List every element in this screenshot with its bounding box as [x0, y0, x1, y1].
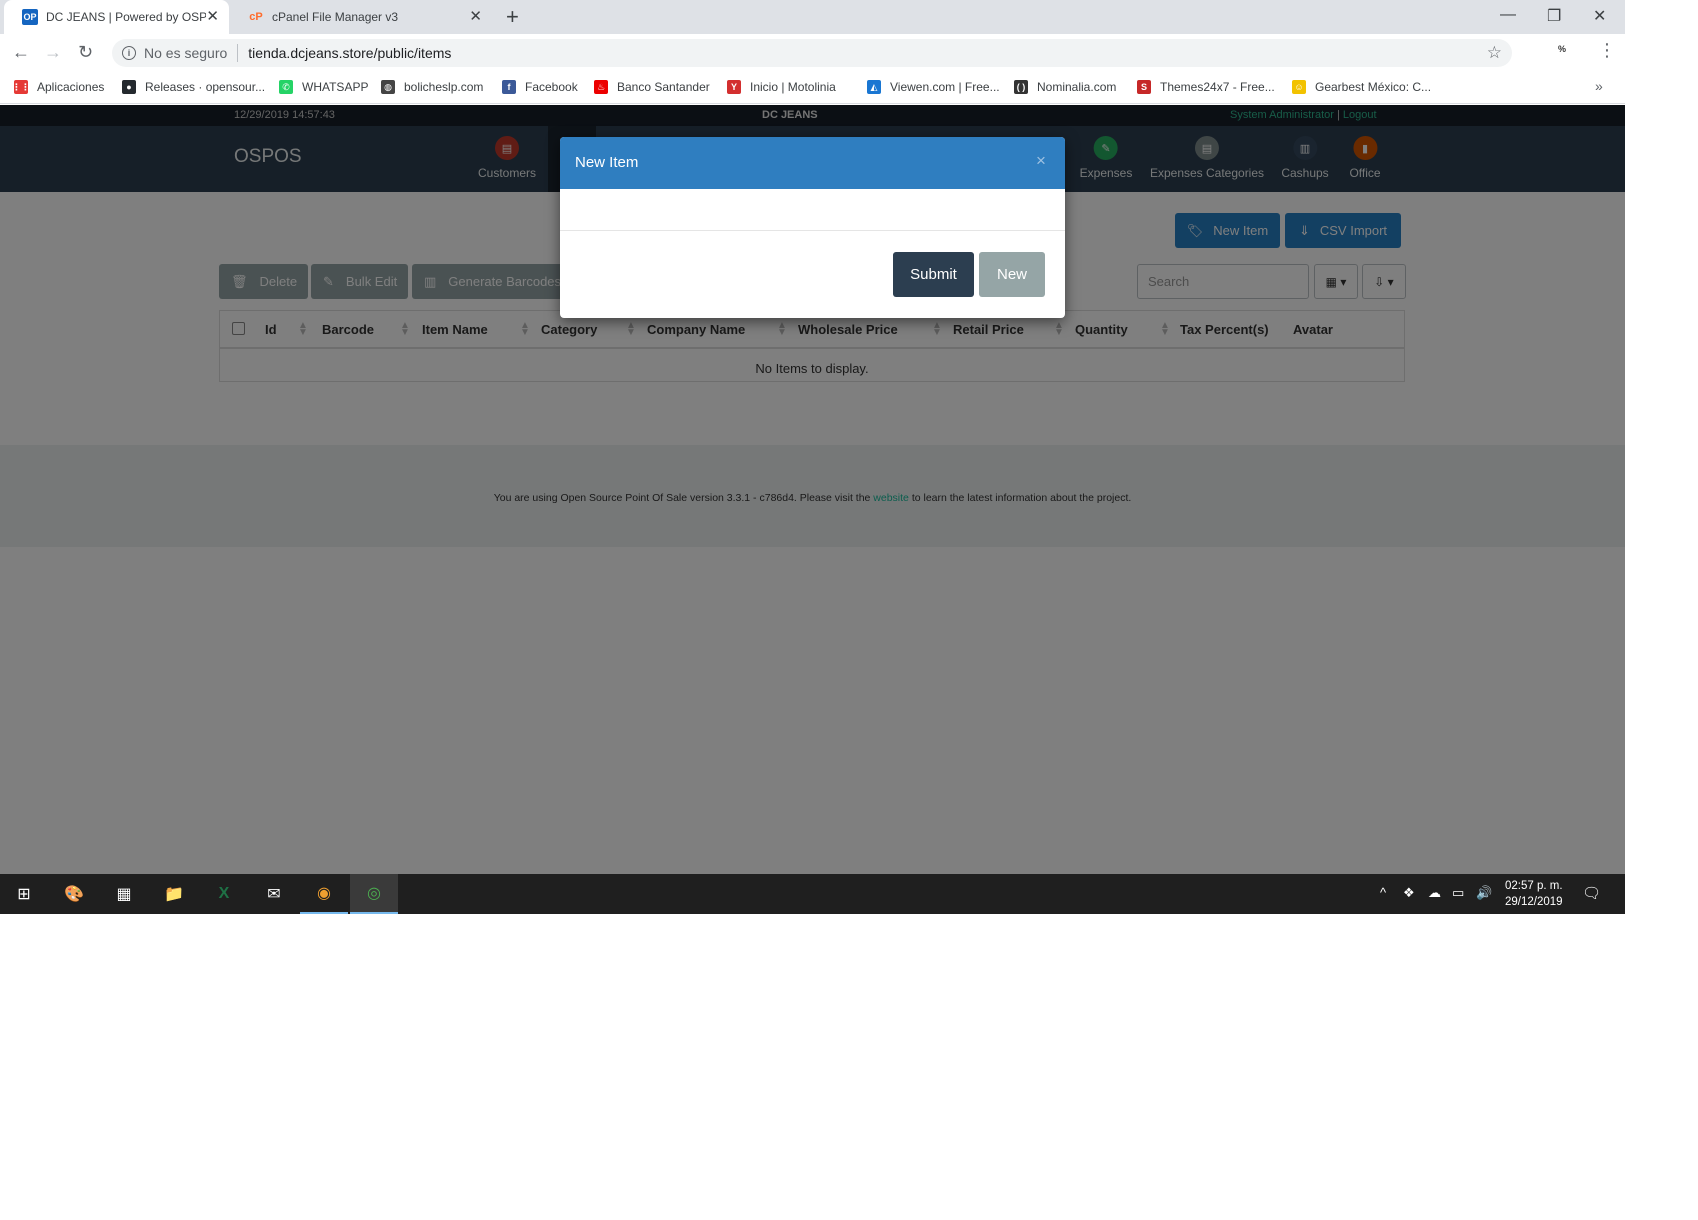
nominalia-icon: ( ) — [1014, 80, 1028, 94]
bookmark-label: Releases · opensour... — [145, 80, 266, 94]
modal-header: New Item × — [560, 137, 1065, 189]
close-icon[interactable]: × — [1036, 151, 1046, 171]
bookmark-label: WHATSAPP — [302, 80, 369, 94]
clock-date: 29/12/2019 — [1505, 896, 1563, 908]
close-tab-icon[interactable]: ✕ — [469, 9, 482, 25]
address-separator — [237, 44, 239, 62]
bookmark-nominalia[interactable]: ( ) Nominalia.com — [1014, 80, 1116, 94]
cpanel-favicon-icon: cP — [249, 11, 263, 23]
bookmark-star-icon[interactable]: ☆ — [1487, 43, 1502, 63]
chrome-browser-icon[interactable]: ◎ — [350, 874, 398, 914]
restore-window-button[interactable]: ❐ — [1547, 6, 1561, 26]
system-clock[interactable]: 02:57 p. m. 29/12/2019 — [1505, 878, 1563, 910]
bookmark-apps-grid[interactable]: ⋮⋮ Aplicaciones — [12, 80, 105, 94]
outlook-app-icon[interactable]: ✉ — [250, 874, 298, 914]
bookmark-label: Banco Santander — [617, 80, 710, 94]
bookmark-label: Gearbest México: C... — [1315, 80, 1432, 94]
extension-icon[interactable]: % — [1558, 44, 1566, 54]
calculator-app-icon[interactable]: ▦ — [100, 874, 148, 914]
clock-time: 02:57 p. m. — [1505, 880, 1563, 892]
bookmark-facebook[interactable]: f Facebook — [502, 80, 578, 94]
bookmark-label: boliches­lp.com — [404, 80, 484, 94]
globe-icon: ◍ — [381, 80, 395, 94]
paint-app-icon[interactable]: 🎨 — [50, 874, 98, 914]
file-explorer-icon[interactable]: 📁 — [150, 874, 198, 914]
tab-dc-jeans[interactable]: OP DC JEANS | Powered by OSPOS 3 ✕ — [4, 0, 229, 34]
minimize-window-button[interactable]: — — [1500, 6, 1516, 24]
tab-cpanel[interactable]: cP cPanel File Manager v3 ✕ — [230, 0, 492, 34]
themes-icon: S — [1137, 80, 1151, 94]
start-windows-icon[interactable]: ⊞ — [0, 874, 48, 914]
facebook-icon: f — [502, 80, 516, 94]
volume-icon[interactable]: 🔊 — [1476, 885, 1492, 901]
whatsapp-icon: ✆ — [279, 80, 293, 94]
submit-button[interactable]: Submit — [893, 252, 974, 297]
onedrive-cloud-icon[interactable]: ☁ — [1428, 885, 1441, 901]
bookmark-label: Nominalia.com — [1037, 80, 1117, 94]
modal-title: New Item — [575, 154, 639, 171]
bookmark-motolinia[interactable]: Y Inicio | Motolinia — [727, 80, 836, 94]
new-tab-button[interactable]: + — [506, 6, 519, 28]
apps-grid-icon: ⋮⋮ — [12, 80, 30, 94]
dropbox-icon[interactable]: ❖ — [1403, 885, 1415, 901]
bookmark-label: Themes24x7 - Free... — [1160, 80, 1275, 94]
tray-chevron-up-icon[interactable]: ^ — [1380, 885, 1386, 900]
new-button[interactable]: New — [979, 252, 1045, 297]
reload-icon[interactable]: ↻ — [78, 42, 93, 62]
bookmark-whatsapp[interactable]: ✆ WHATSAPP — [279, 80, 368, 94]
motolinia-icon: Y — [727, 80, 741, 94]
back-arrow-icon[interactable]: ← — [12, 42, 30, 62]
modal-body — [560, 189, 1065, 231]
notification-center-icon[interactable]: 🗨 — [1582, 884, 1601, 902]
bookmark-santander[interactable]: ♨ Banco Santander — [594, 80, 710, 94]
network-icon[interactable]: ▭ — [1452, 885, 1464, 901]
bookmark-globe[interactable]: ◍ boliches­lp.com — [381, 80, 483, 94]
browser-tab-strip: OP DC JEANS | Powered by OSPOS 3 ✕ cP cP… — [0, 0, 1625, 34]
excel-app-icon[interactable]: X — [200, 874, 248, 914]
browser-toolbar: ← → ↻ i No es seguro tienda.dcjeans.stor… — [0, 34, 1625, 72]
desktop-screen: OP DC JEANS | Powered by OSPOS 3 ✕ cP cP… — [0, 0, 1625, 914]
address-bar[interactable]: i No es seguro tienda.dcjeans.store/publ… — [112, 39, 1512, 67]
tab-title: cPanel File Manager v3 — [272, 10, 399, 24]
bookmark-label: Aplicaciones — [37, 80, 105, 94]
more-bookmarks-icon[interactable]: » — [1595, 78, 1603, 94]
brave-browser-icon[interactable]: ◉ — [300, 874, 348, 914]
github-icon: ● — [122, 80, 136, 94]
close-tab-icon[interactable]: ✕ — [206, 9, 219, 25]
santander-icon: ♨ — [594, 80, 608, 94]
viewen-icon: ◭ — [867, 80, 881, 94]
bookmarks-bar: ⋮⋮ Aplicaciones ● Releases · opensour... ✆ WH… — [0, 72, 1625, 104]
info-icon[interactable]: i — [122, 46, 136, 60]
bookmark-label: Inicio | Motolinia — [750, 80, 836, 94]
bookmark-themes[interactable]: S Themes24x7 - Free... — [1137, 80, 1275, 94]
url-text[interactable]: tienda.dcjeans.store/public/items — [248, 45, 451, 61]
new-item-modal: New Item × Submit New — [560, 137, 1065, 318]
tab-title: DC JEANS | Powered by OSPOS 3 — [46, 10, 206, 24]
windows-taskbar: ⊞ 🎨 ▦ 📁 X ✉ ◉ ◎ ^ ❖ ☁ ▭ 🔊 02:57 p. m. 29… — [0, 874, 1625, 914]
security-label: No es seguro — [144, 45, 228, 61]
browser-menu-icon[interactable]: ⋮ — [1598, 40, 1616, 61]
ospos-favicon-icon: OP — [22, 9, 38, 25]
close-window-button[interactable]: ✕ — [1593, 6, 1606, 26]
gearbest-icon: ☺ — [1292, 80, 1306, 94]
bookmark-viewen[interactable]: ◭ Viewen.com | Free... — [867, 80, 1000, 94]
bookmark-gearbest[interactable]: ☺ Gearbest México: C... — [1292, 80, 1431, 94]
bookmark-label: Viewen.com | Free... — [890, 80, 1000, 94]
bookmark-label: Facebook — [525, 80, 578, 94]
bookmark-github[interactable]: ● Releases · opensour... — [122, 80, 265, 94]
forward-arrow-icon[interactable]: → — [44, 42, 62, 62]
